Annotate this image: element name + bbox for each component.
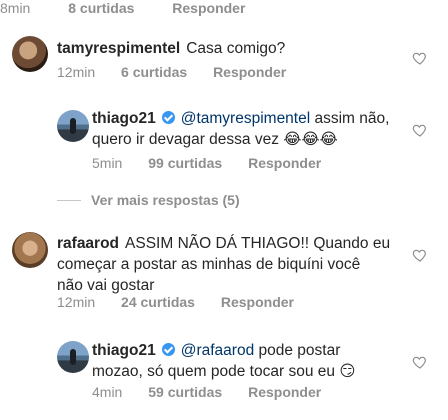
comment-time: 8min [0,0,31,16]
comment-time: 4min [92,384,123,400]
like-count[interactable]: 59 curtidas [148,384,222,400]
comment-meta: 12min 6 curtidas Responder [57,64,286,80]
comment-text: tamyrespimentel Casa comigo? [57,38,285,59]
heart-outline-icon[interactable] [412,354,428,370]
heart-outline-icon[interactable] [412,122,428,138]
like-count[interactable]: 99 curtidas [148,155,222,171]
comment-body-line2: quero ir devagar dessa vez [92,131,284,148]
comment-time: 12min [57,64,96,80]
comment-time: 5min [92,155,123,171]
comment-meta: 12min 24 curtidas Responder [57,294,294,310]
comment-time: 12min [57,294,96,310]
comment-body-line2: começar a postar as minhas de biquíni vo… [57,256,361,273]
avatar[interactable] [57,110,89,142]
comment-text: rafaarod ASSIM NÃO DÁ THIAGO!! Quando eu … [57,233,402,296]
mention-link[interactable]: @rafaarod [181,342,254,359]
avatar[interactable] [12,232,48,268]
view-more-divider [57,200,81,201]
username[interactable]: thiago21 [92,342,156,359]
username[interactable]: tamyrespimentel [57,40,180,57]
comment-body: Casa comigo? [186,40,286,57]
avatar[interactable] [12,36,48,72]
heart-outline-icon[interactable] [412,50,428,66]
emoji: 😂😂😂 [283,130,338,148]
comment-body-line2: mozao, só quem pode tocar sou eu [92,363,340,380]
like-count[interactable]: 8 curtidas [68,0,134,16]
heart-outline-icon[interactable] [412,247,428,263]
reply-button[interactable]: Responder [213,64,286,80]
comment-body-line3: não vai gostar [57,277,155,294]
verified-badge-icon [161,111,175,124]
reply-button[interactable]: Responder [248,155,321,171]
like-count[interactable]: 6 curtidas [121,64,187,80]
comment-meta: 5min 99 curtidas Responder [92,155,321,171]
comment-body-line1: assim não, [310,110,390,127]
like-count[interactable]: 24 curtidas [121,294,195,310]
emoji: 😏 [339,362,356,380]
previous-comment-meta: 8min 8 curtidas Responder [0,0,448,16]
comment-text: thiago21 @tamyrespimentel assim não, quer… [92,108,402,150]
reply-button[interactable]: Responder [221,294,294,310]
reply-button[interactable]: Responder [248,384,321,400]
reply-button[interactable]: Responder [172,0,245,16]
view-more-replies-button[interactable]: Ver mais respostas (5) [91,192,240,208]
username[interactable]: thiago21 [92,110,156,127]
username[interactable]: rafaarod [57,235,119,252]
verified-badge-icon [161,343,175,356]
comment-body-line1: ASSIM NÃO DÁ THIAGO!! Quando eu [125,235,391,252]
comment-text: thiago21 @rafaarod pode postar mozao, só … [92,340,402,382]
avatar[interactable] [57,341,89,373]
comment-body-line1: pode postar [254,342,341,359]
mention-link[interactable]: @tamyrespimentel [181,110,310,127]
comment-meta: 4min 59 curtidas Responder [92,384,321,400]
